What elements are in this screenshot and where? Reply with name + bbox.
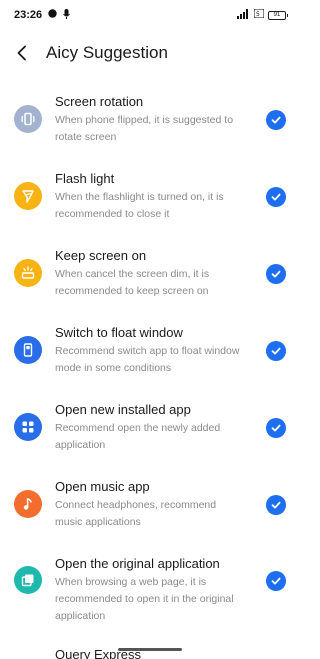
checkbox-float-window[interactable] xyxy=(266,341,286,361)
list-item-screen-rotation[interactable]: Screen rotation When phone flipped, it i… xyxy=(0,93,300,170)
checkbox-original-application[interactable] xyxy=(266,571,286,591)
list-item-music-app[interactable]: Open music app Connect headphones, recom… xyxy=(0,478,300,555)
checkmark-icon xyxy=(271,501,281,509)
wifi-icon: 5 xyxy=(253,8,265,21)
checkbox-keep-screen-on[interactable] xyxy=(266,264,286,284)
item-text: Screen rotation When phone flipped, it i… xyxy=(55,93,245,146)
item-title: Open the original application xyxy=(55,556,220,571)
open-app-icon xyxy=(14,566,42,594)
list-item-new-installed-app[interactable]: Open new installed app Recommend open th… xyxy=(0,401,300,478)
back-button[interactable] xyxy=(0,36,44,70)
status-bar: 23:26 5 91 xyxy=(0,0,300,30)
item-title: Keep screen on xyxy=(55,248,147,263)
float-window-icon xyxy=(14,336,42,364)
item-description: When cancel the screen dim, it is recomm… xyxy=(55,268,210,297)
status-right: 5 91 xyxy=(237,8,288,22)
checkmark-icon xyxy=(271,193,281,201)
battery-icon: 91 xyxy=(268,10,288,20)
item-text: Open the original application When brows… xyxy=(55,555,245,625)
checkbox-flash-light[interactable] xyxy=(266,187,286,207)
item-title: Screen rotation xyxy=(55,94,144,109)
svg-text:5: 5 xyxy=(256,11,260,18)
item-text: Switch to float window Recommend switch … xyxy=(55,324,245,377)
list-item-keep-screen-on[interactable]: Keep screen on When cancel the screen di… xyxy=(0,247,300,324)
microphone-icon xyxy=(63,8,71,22)
item-description: Recommend switch app to float window mod… xyxy=(55,345,240,374)
status-left: 23:26 xyxy=(14,8,71,22)
item-title: Open music app xyxy=(55,479,150,494)
checkmark-icon xyxy=(271,424,281,432)
list-item-original-application[interactable]: Open the original application When brows… xyxy=(0,555,300,648)
checkmark-icon xyxy=(271,270,281,278)
item-description: When phone flipped, it is suggested to r… xyxy=(55,114,234,143)
checkbox-screen-rotation[interactable] xyxy=(266,110,286,130)
screen-on-icon xyxy=(14,259,42,287)
checkbox-new-installed-app[interactable] xyxy=(266,418,286,438)
home-indicator[interactable] xyxy=(118,648,182,651)
status-time: 23:26 xyxy=(14,9,43,21)
item-description: When browsing a web page, it is recommen… xyxy=(55,576,234,622)
item-description: When the flashlight is turned on, it is … xyxy=(55,191,224,220)
signal-icon xyxy=(237,8,250,22)
item-text: Keep screen on When cancel the screen di… xyxy=(55,247,245,300)
item-description: Recommend open the newly added applicati… xyxy=(55,422,221,451)
suggestion-list: Screen rotation When phone flipped, it i… xyxy=(0,93,300,659)
checkmark-icon xyxy=(271,347,281,355)
flashlight-icon xyxy=(14,182,42,210)
checkbox-music-app[interactable] xyxy=(266,495,286,515)
item-title: Open new installed app xyxy=(55,402,191,417)
arrow-left-icon xyxy=(17,45,26,61)
list-item-flash-light[interactable]: Flash light When the flashlight is turne… xyxy=(0,170,300,247)
apps-grid-icon xyxy=(14,413,42,441)
screen-rotation-icon xyxy=(14,105,42,133)
item-text: Open music app Connect headphones, recom… xyxy=(55,478,245,531)
item-text: Open new installed app Recommend open th… xyxy=(55,401,245,454)
list-item-float-window[interactable]: Switch to float window Recommend switch … xyxy=(0,324,300,401)
notification-dot-icon xyxy=(48,9,57,21)
music-note-icon xyxy=(14,490,42,518)
page-title: Aicy Suggestion xyxy=(46,43,168,62)
checkmark-icon xyxy=(271,577,281,585)
item-title: Flash light xyxy=(55,171,115,186)
item-title: Switch to float window xyxy=(55,325,183,340)
item-description: Connect headphones, recommend music appl… xyxy=(55,499,217,528)
item-text: Flash light When the flashlight is turne… xyxy=(55,170,245,223)
header: Aicy Suggestion xyxy=(0,36,300,70)
checkmark-icon xyxy=(271,116,281,124)
